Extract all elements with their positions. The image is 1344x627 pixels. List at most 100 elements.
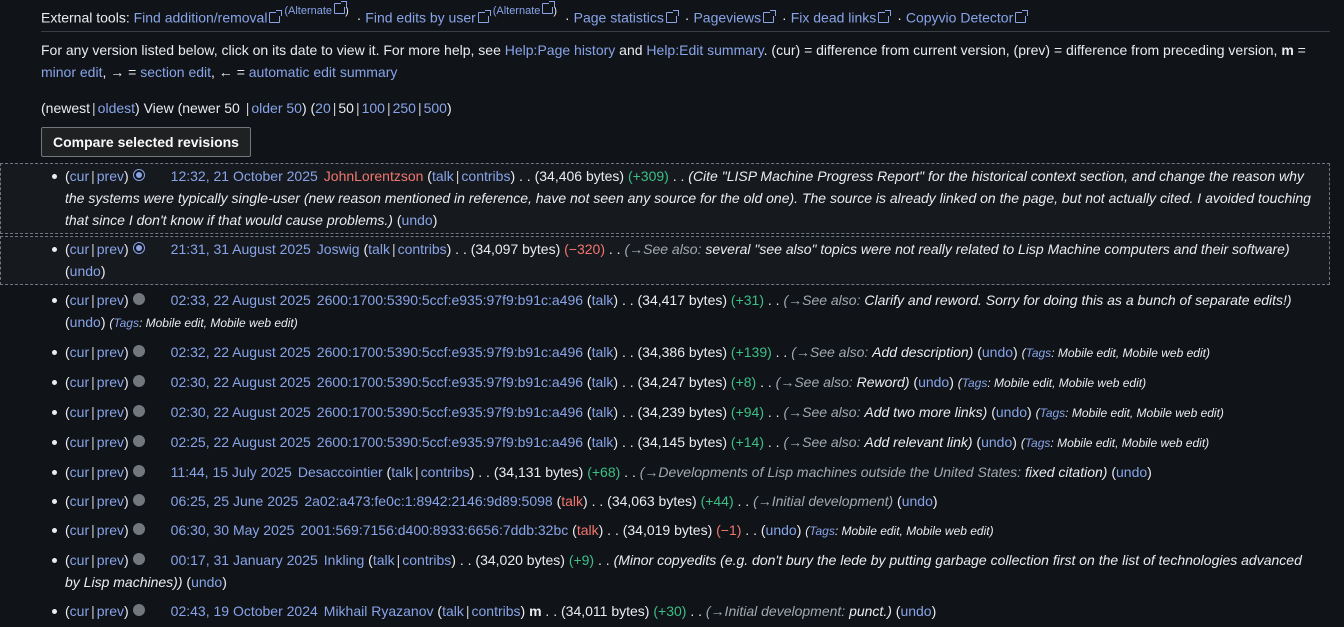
revision-date-link[interactable]: 12:32, 21 October 2025 [171,168,318,184]
prev-link[interactable]: prev [97,552,124,568]
oldest-link[interactable]: oldest [98,100,135,116]
tags-link[interactable]: Tags [1026,346,1052,360]
revision-user-link[interactable]: 2600:1700:5390:5ccf:e935:97f9:b91c:a496 [317,374,583,390]
revision-date-link[interactable]: 02:33, 22 August 2025 [171,292,311,308]
undo-link[interactable]: undo [70,314,101,330]
undo-link[interactable]: undo [70,263,101,279]
undo-link[interactable]: undo [982,344,1013,360]
revision-date-link[interactable]: 02:32, 22 August 2025 [171,344,311,360]
undo-link[interactable]: undo [996,404,1027,420]
revision-radio[interactable] [132,169,145,181]
cur-link[interactable]: cur [70,344,89,360]
user-talk-link[interactable]: talk [592,292,614,308]
section-link[interactable]: (→See also: [783,434,860,450]
prev-link[interactable]: prev [97,292,124,308]
fix-dead-links-link[interactable]: Fix dead links [791,10,877,26]
tags-link[interactable]: Tags [1025,436,1051,450]
cur-link[interactable]: cur [70,522,89,538]
user-talk-link[interactable]: talk [391,464,413,480]
user-contribs-link[interactable]: contribs [421,464,470,480]
revision-user-link[interactable]: JohnLorentzson [324,168,424,184]
tags-link[interactable]: Tags [809,524,835,538]
page-statistics-link[interactable]: Page statistics [574,10,664,26]
cur-link[interactable]: cur [70,552,89,568]
older-50-link[interactable]: older 50 [251,100,302,116]
revision-radio[interactable] [132,523,145,535]
section-link[interactable]: (→See also: [624,241,701,257]
limit-20-link[interactable]: 20 [315,100,331,116]
prev-link[interactable]: prev [97,464,124,480]
revision-user-link[interactable]: Inkling [324,552,364,568]
copyvio-detector-link[interactable]: Copyvio Detector [906,10,1013,26]
undo-link[interactable]: undo [902,493,933,509]
prev-link[interactable]: prev [97,344,124,360]
help-edit-summary-link[interactable]: Help:Edit summary [646,42,763,58]
user-talk-link[interactable]: talk [592,374,614,390]
user-talk-link[interactable]: talk [561,493,583,509]
section-link[interactable]: (→See also: [791,344,868,360]
limit-100-link[interactable]: 100 [362,100,385,116]
tags-link[interactable]: Tags [113,316,139,330]
cur-link[interactable]: cur [70,603,89,619]
revision-radio[interactable] [132,405,145,417]
cur-link[interactable]: cur [70,168,89,184]
revision-date-link[interactable]: 00:17, 31 January 2025 [171,552,318,568]
cur-link[interactable]: cur [70,241,89,257]
limit-250-link[interactable]: 250 [393,100,416,116]
alternate-link-2[interactable]: (Alternate [493,5,541,17]
prev-link[interactable]: prev [97,374,124,390]
revision-radio[interactable] [132,435,145,447]
section-link[interactable]: (→See also: [776,374,853,390]
section-link[interactable]: (→See also: [783,404,860,420]
revision-user-link[interactable]: Desaccointier [298,464,383,480]
revision-radio[interactable] [132,465,145,477]
undo-link[interactable]: undo [191,574,222,590]
cur-link[interactable]: cur [70,464,89,480]
auto-summary-link[interactable]: automatic edit summary [249,64,398,80]
user-talk-link[interactable]: talk [368,241,390,257]
undo-link[interactable]: undo [402,212,433,228]
user-talk-link[interactable]: talk [442,603,464,619]
cur-link[interactable]: cur [70,374,89,390]
revision-radio[interactable] [132,375,145,387]
revision-date-link[interactable]: 06:30, 30 May 2025 [171,522,295,538]
prev-link[interactable]: prev [97,522,124,538]
prev-link[interactable]: prev [97,434,124,450]
revision-radio[interactable] [132,345,145,357]
section-link[interactable]: (→Initial development) [753,493,893,509]
undo-link[interactable]: undo [1116,464,1147,480]
revision-user-link[interactable]: Mikhail Ryazanov [324,603,434,619]
cur-link[interactable]: cur [70,493,89,509]
tags-link[interactable]: Tags [1040,406,1066,420]
revision-date-link[interactable]: 02:30, 22 August 2025 [171,374,311,390]
user-contribs-link[interactable]: contribs [472,603,521,619]
prev-link[interactable]: prev [97,493,124,509]
user-contribs-link[interactable]: contribs [402,552,451,568]
revision-user-link[interactable]: 2600:1700:5390:5ccf:e935:97f9:b91c:a496 [317,434,583,450]
prev-link[interactable]: prev [97,241,124,257]
undo-link[interactable]: undo [766,522,797,538]
user-talk-link[interactable]: talk [577,522,599,538]
user-talk-link[interactable]: talk [592,404,614,420]
revision-date-link[interactable]: 02:25, 22 August 2025 [171,434,311,450]
pageviews-link[interactable]: Pageviews [693,10,761,26]
find-edits-link[interactable]: Find edits by user [365,10,476,26]
revision-user-link[interactable]: 2001:569:7156:d400:8933:6656:7ddb:32bc [300,522,568,538]
revision-radio[interactable] [132,604,145,616]
revision-radio[interactable] [132,293,145,305]
section-edit-link[interactable]: section edit [140,64,211,80]
revision-user-link[interactable]: 2a02:a473:fe0c:1:8942:2146:9d89:5098 [304,493,552,509]
revision-date-link[interactable]: 02:30, 22 August 2025 [171,404,311,420]
user-contribs-link[interactable]: contribs [398,241,447,257]
section-link[interactable]: (→Developments of Lisp machines outside … [640,464,1021,480]
user-talk-link[interactable]: talk [592,434,614,450]
minor-edit-link[interactable]: minor edit [41,64,102,80]
undo-link[interactable]: undo [900,603,931,619]
revision-date-link[interactable]: 02:43, 19 October 2024 [171,603,318,619]
find-addition-link[interactable]: Find addition/removal [134,10,268,26]
section-link[interactable]: (→Initial development: [706,603,845,619]
tags-link[interactable]: Tags [962,376,988,390]
revision-user-link[interactable]: 2600:1700:5390:5ccf:e935:97f9:b91c:a496 [317,344,583,360]
prev-link[interactable]: prev [97,404,124,420]
user-talk-link[interactable]: talk [592,344,614,360]
